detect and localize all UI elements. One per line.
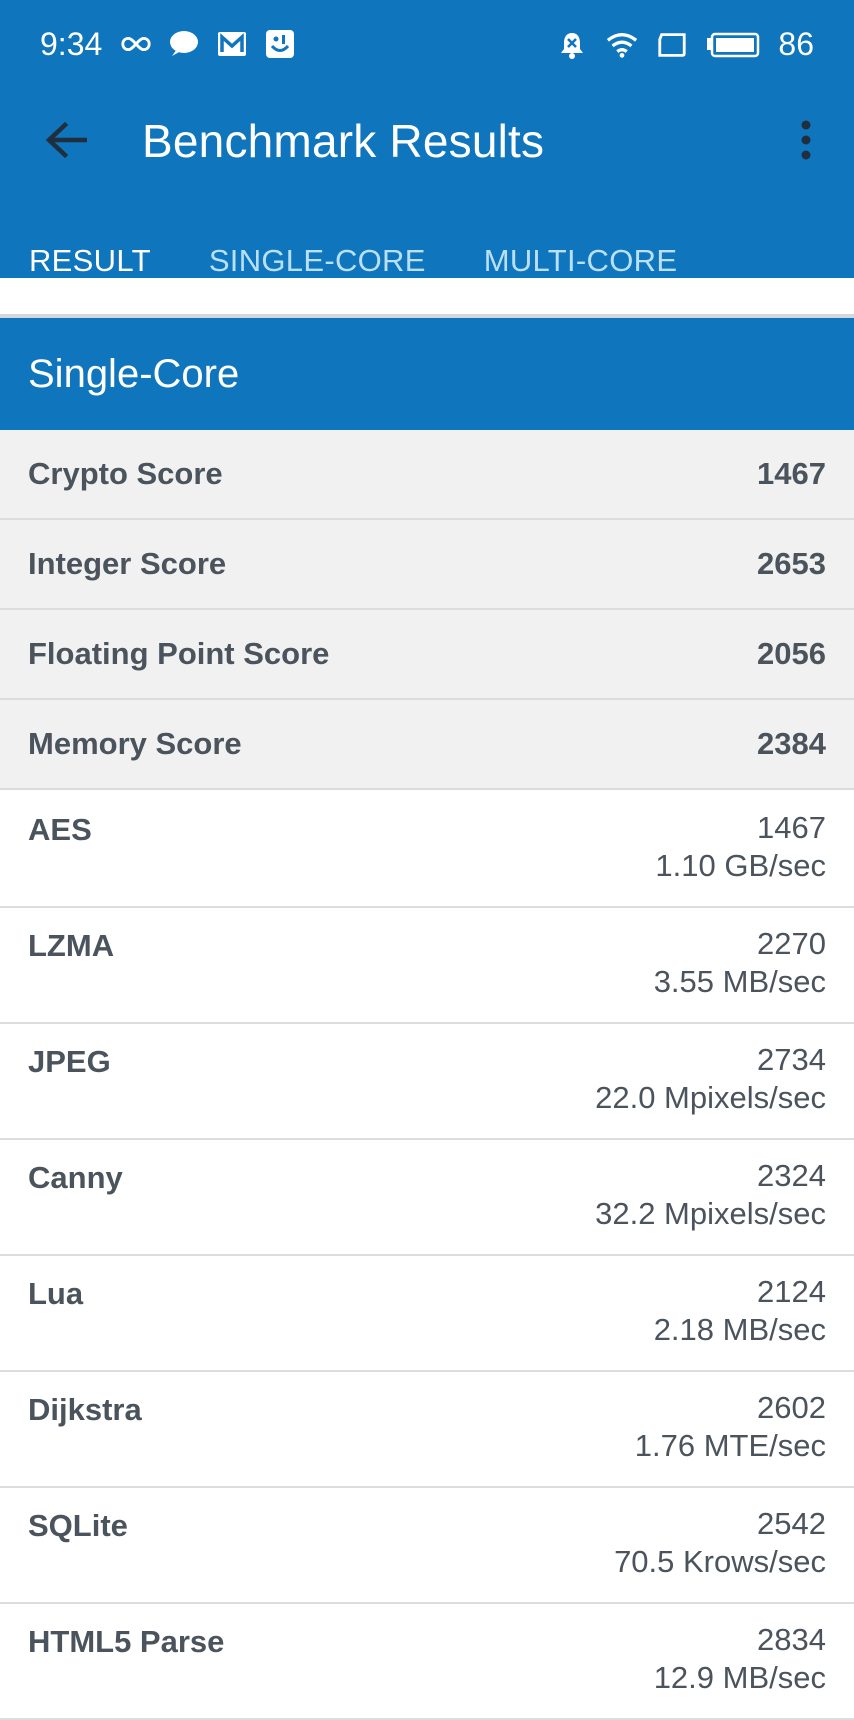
benchmark-score: 2324 [757,1158,826,1193]
summary-row-floating-point: Floating Point Score 2056 [0,610,854,700]
benchmark-rate: 32.2 Mpixels/sec [595,1196,826,1231]
benchmark-score: 2834 [757,1622,826,1657]
summary-row-integer: Integer Score 2653 [0,520,854,610]
page-title: Benchmark Results [142,115,545,167]
score-summary: Crypto Score 1467 Integer Score 2653 Flo… [0,430,854,790]
list-item: Canny 2324 32.2 Mpixels/sec [0,1140,854,1256]
summary-value: 2056 [757,636,826,671]
benchmark-name: LZMA [28,928,115,963]
status-time: 9:34 [40,26,103,62]
summary-value: 2384 [757,726,826,761]
infinity-icon [120,28,152,60]
list-item: Dijkstra 2602 1.76 MTE/sec [0,1372,854,1488]
list-item: AES 1467 1.10 GB/sec [0,792,854,908]
summary-value: 1467 [757,456,826,491]
benchmark-score: 2542 [757,1506,826,1541]
summary-value: 2653 [757,546,826,581]
more-vert-icon [800,119,812,166]
benchmark-name: Dijkstra [28,1392,142,1427]
benchmark-details-list: AES 1467 1.10 GB/sec LZMA 2270 3.55 MB/s… [0,792,854,1720]
back-button[interactable] [36,112,96,172]
benchmark-name: AES [28,812,92,847]
status-bar: 9:34 86 [0,0,854,92]
benchmark-score: 2270 [757,926,826,961]
benchmark-rate: 70.5 Krows/sec [614,1544,826,1579]
arrow-left-icon [45,121,88,163]
summary-label: Crypto Score [28,456,223,491]
more-options-button[interactable] [782,112,830,172]
benchmark-name: JPEG [28,1044,111,1079]
chat-bubble-icon [168,28,200,60]
benchmark-name: Lua [28,1276,84,1311]
benchmark-name: Canny [28,1160,123,1195]
summary-label: Floating Point Score [28,636,330,671]
app-icon [264,28,296,60]
status-right: 86 [556,26,814,63]
benchmark-score: 1467 [757,810,826,845]
section-header: Single-Core [0,318,854,430]
list-item: HTML5 Parse 2834 12.9 MB/sec [0,1604,854,1720]
benchmark-rate: 1.76 MTE/sec [634,1428,826,1463]
list-item: LZMA 2270 3.55 MB/sec [0,908,854,1024]
benchmark-rate: 12.9 MB/sec [653,1660,826,1695]
benchmark-rate: 1.10 GB/sec [655,848,826,883]
benchmark-rate: 22.0 Mpixels/sec [595,1080,826,1115]
tab-multi-core[interactable]: MULTI-CORE [455,214,707,314]
summary-row-crypto: Crypto Score 1467 [0,430,854,520]
battery-level: 86 [778,26,814,62]
benchmark-rate: 3.55 MB/sec [653,964,826,999]
benchmark-name: HTML5 Parse [28,1624,225,1659]
notification-icons [120,28,296,60]
benchmark-rate: 2.18 MB/sec [653,1312,826,1347]
list-item: Lua 2124 2.18 MB/sec [0,1256,854,1372]
wifi-icon [606,29,638,61]
battery-icon [706,29,760,61]
benchmark-score: 2124 [757,1274,826,1309]
summary-row-memory: Memory Score 2384 [0,700,854,790]
list-item: JPEG 2734 22.0 Mpixels/sec [0,1024,854,1140]
tab-result[interactable]: RESULT [0,214,180,314]
tab-single-core[interactable]: SINGLE-CORE [180,214,455,314]
summary-label: Memory Score [28,726,242,761]
gmail-icon [216,28,248,60]
benchmark-score: 2734 [757,1042,826,1077]
benchmark-score: 2602 [757,1390,826,1425]
summary-label: Integer Score [28,546,227,581]
benchmark-name: SQLite [28,1508,128,1543]
tab-bar: RESULT SINGLE-CORE MULTI-CORE [0,214,706,314]
alarm-off-icon [556,29,588,61]
screen-icon [656,29,688,61]
list-item: SQLite 2542 70.5 Krows/sec [0,1488,854,1604]
